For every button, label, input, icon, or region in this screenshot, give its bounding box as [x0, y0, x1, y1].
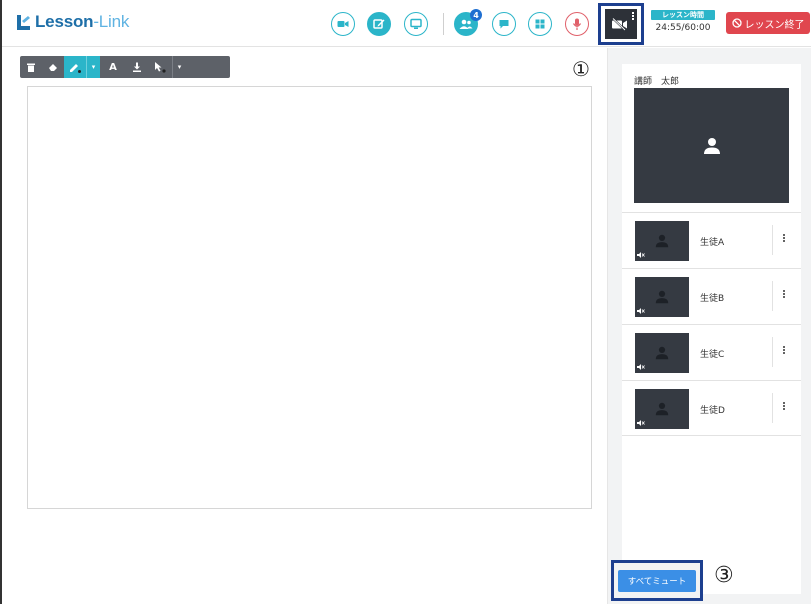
annotation-marker-3: ③: [714, 563, 734, 588]
header-bar: Lesson-Link 4 レッスン時間 24:55/60:00 レッスン終了: [2, 0, 811, 47]
annotation-marker-1: ①: [572, 57, 590, 81]
teacher-video: [634, 88, 789, 203]
whiteboard-toolbar: ▾ A ▾: [20, 56, 230, 78]
teacher-name: 講師 太郎: [634, 77, 680, 87]
camera-button[interactable]: [331, 12, 355, 36]
cursor-icon: [155, 62, 166, 73]
user-avatar-icon: [655, 402, 669, 416]
layout-button[interactable]: [528, 12, 552, 36]
microphone-button[interactable]: [565, 12, 589, 36]
camera-off-button[interactable]: [605, 9, 637, 39]
header-divider: [443, 13, 444, 35]
end-lesson-label: レッスン終了: [744, 19, 805, 31]
more-options-icon[interactable]: [782, 233, 786, 243]
more-options-icon[interactable]: [782, 401, 786, 411]
pointer-options-dropdown[interactable]: ▾: [172, 56, 186, 78]
logo-icon: [17, 15, 30, 30]
whiteboard-canvas[interactable]: [27, 86, 592, 509]
end-lesson-button[interactable]: レッスン終了: [726, 12, 810, 34]
caret-down-icon: ▾: [177, 63, 182, 71]
student-video: [635, 333, 689, 373]
row-divider: [772, 225, 773, 255]
more-options-icon[interactable]: [782, 345, 786, 355]
pen-icon: [70, 64, 81, 73]
camera-more-icon: [632, 12, 634, 20]
edit-icon: [373, 19, 385, 29]
chat-bubble-icon: [499, 20, 509, 29]
student-name: 生徒B: [700, 294, 725, 304]
student-row: 生徒D: [622, 380, 801, 436]
video-camera-icon: [337, 21, 349, 27]
trash-tool[interactable]: [20, 56, 42, 78]
user-avatar-icon: [655, 234, 669, 248]
text-tool[interactable]: A: [100, 56, 126, 78]
mute-all-highlight: すべてミュート: [611, 560, 703, 601]
pen-options-dropdown[interactable]: ▾: [86, 56, 100, 78]
student-name: 生徒A: [700, 238, 725, 248]
muted-speaker-icon: [637, 420, 645, 426]
monitor-icon: [410, 18, 422, 29]
logo-text: Lesson-Link: [35, 12, 130, 31]
screen-share-button[interactable]: [404, 12, 428, 36]
app-window: Lesson-Link 4 レッスン時間 24:55/60:00 レッスン終了 …: [0, 0, 811, 604]
eraser-icon: [49, 64, 57, 71]
caret-down-icon: ▾: [91, 63, 96, 71]
eraser-tool[interactable]: [42, 56, 64, 78]
row-divider: [772, 337, 773, 367]
student-video: [635, 389, 689, 429]
participants-count-badge: 4: [470, 9, 482, 21]
participants-panel: 講師 太郎 生徒A 生徒B 生徒C 生徒D: [607, 48, 811, 604]
lesson-timer: レッスン時間 24:55/60:00: [651, 10, 715, 38]
row-divider: [772, 281, 773, 311]
camera-off-highlight[interactable]: [598, 3, 644, 45]
student-list: 生徒A 生徒B 生徒C 生徒D: [622, 212, 801, 436]
user-avatar-icon: [655, 346, 669, 360]
trash-icon: [27, 63, 35, 72]
user-avatar-icon: [655, 290, 669, 304]
student-video: [635, 277, 689, 317]
mute-all-button[interactable]: すべてミュート: [618, 569, 696, 592]
app-logo: Lesson-Link: [14, 12, 129, 32]
participants-card: 講師 太郎 生徒A 生徒B 生徒C 生徒D: [622, 64, 801, 594]
users-icon: [459, 19, 473, 29]
student-name: 生徒C: [700, 350, 725, 360]
prohibited-icon: [731, 18, 742, 28]
user-avatar-icon: [703, 137, 720, 154]
text-icon: A: [109, 61, 117, 73]
muted-speaker-icon: [637, 364, 645, 370]
lesson-time-label: レッスン時間: [651, 10, 715, 20]
muted-speaker-icon: [637, 308, 645, 314]
muted-speaker-icon: [637, 252, 645, 258]
lesson-time-value: 24:55/60:00: [655, 23, 711, 33]
download-icon: [133, 62, 141, 72]
participants-button[interactable]: 4: [454, 9, 482, 36]
student-row: 生徒C: [622, 324, 801, 380]
pen-tool[interactable]: [64, 56, 86, 78]
row-divider: [772, 393, 773, 423]
whiteboard-button[interactable]: [367, 12, 391, 36]
microphone-icon: [572, 18, 582, 30]
chat-button[interactable]: [492, 12, 516, 36]
more-options-icon[interactable]: [782, 289, 786, 299]
grid-layout-icon: [535, 19, 545, 29]
pointer-tool[interactable]: [148, 56, 172, 78]
video-off-icon: [612, 17, 627, 31]
student-row: 生徒B: [622, 268, 801, 324]
student-row: 生徒A: [622, 212, 801, 268]
student-video: [635, 221, 689, 261]
download-tool[interactable]: [126, 56, 148, 78]
student-name: 生徒D: [700, 406, 725, 416]
